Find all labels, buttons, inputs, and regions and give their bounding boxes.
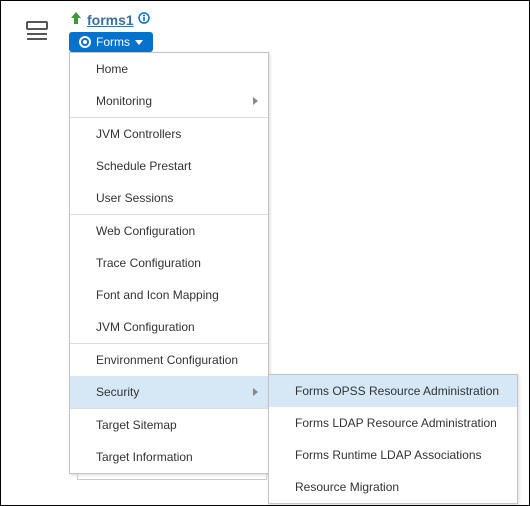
page-title: forms1 [69, 11, 150, 28]
menu-item-trace-configuration[interactable]: Trace Configuration [70, 247, 268, 279]
info-icon[interactable] [138, 12, 150, 27]
menu-item-security[interactable]: Security [70, 376, 268, 408]
menu-item-jvm-configuration[interactable]: JVM Configuration [70, 311, 268, 343]
submenu-item-resource-migration[interactable]: Resource Migration [269, 471, 517, 503]
menu-item-web-configuration[interactable]: Web Configuration [70, 215, 268, 247]
security-submenu: Forms OPSS Resource AdministrationForms … [268, 374, 518, 504]
menu-item-font-and-icon-mapping[interactable]: Font and Icon Mapping [70, 279, 268, 311]
menu-item-target-sitemap[interactable]: Target Sitemap [70, 409, 268, 441]
submenu-item-forms-opss-resource-administration[interactable]: Forms OPSS Resource Administration [269, 375, 517, 407]
menu-item-monitoring[interactable]: Monitoring [70, 85, 268, 117]
toggle-panel-icon[interactable] [25, 19, 49, 43]
menu-item-environment-configuration[interactable]: Environment Configuration [70, 344, 268, 376]
forms-button-label: Forms [96, 35, 130, 49]
menu-item-schedule-prestart[interactable]: Schedule Prestart [70, 150, 268, 182]
forms-menu-button[interactable]: Forms [69, 32, 153, 52]
target-icon [79, 36, 91, 48]
menu-item-target-information[interactable]: Target Information [70, 441, 268, 473]
menu-item-user-sessions[interactable]: User Sessions [70, 182, 268, 214]
forms-dropdown-menu: HomeMonitoringJVM ControllersSchedule Pr… [69, 52, 269, 474]
up-arrow-icon [69, 11, 83, 28]
menu-item-home[interactable]: Home [70, 53, 268, 85]
submenu-item-forms-runtime-ldap-associations[interactable]: Forms Runtime LDAP Associations [269, 439, 517, 471]
panel-edge [77, 474, 267, 480]
dropdown-triangle-icon [135, 40, 143, 45]
submenu-item-forms-ldap-resource-administration[interactable]: Forms LDAP Resource Administration [269, 407, 517, 439]
target-title[interactable]: forms1 [87, 12, 134, 28]
menu-item-jvm-controllers[interactable]: JVM Controllers [70, 118, 268, 150]
